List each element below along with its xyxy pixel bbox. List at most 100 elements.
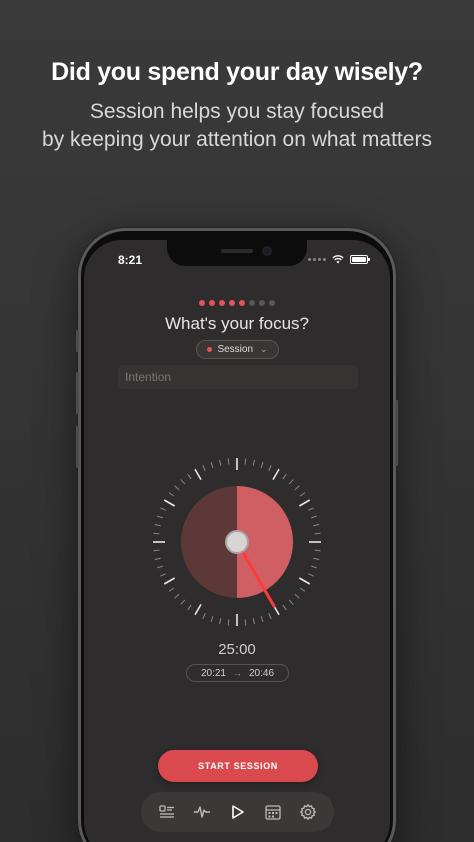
- wifi-icon: [332, 255, 344, 264]
- profile-list-icon: [159, 805, 174, 818]
- dial-minor-tick: [299, 587, 306, 592]
- focus-title: What's your focus?: [164, 314, 310, 333]
- dial-minor-tick: [268, 613, 272, 619]
- dial-minor-tick: [252, 618, 255, 625]
- gear-icon: [299, 803, 317, 821]
- notch: [167, 240, 307, 266]
- end-time: 20:46: [249, 667, 275, 679]
- dial-minor-tick: [227, 619, 230, 626]
- dial-minor-tick: [314, 532, 321, 535]
- dial-minor-tick: [160, 507, 166, 511]
- intention-input[interactable]: [118, 365, 358, 389]
- category-label: Session: [217, 344, 254, 355]
- progress-dot-done: [219, 300, 225, 306]
- timer-dial[interactable]: [150, 455, 324, 629]
- dial-minor-tick: [153, 532, 160, 535]
- phone-volume-up: [76, 372, 79, 414]
- start-time: 20:21: [200, 667, 226, 679]
- onboarding-progress-dots: [84, 300, 390, 306]
- dial-knob: [225, 530, 249, 554]
- pulse-icon: [194, 806, 211, 818]
- promo-subline: Session helps you stay focused by keepin…: [0, 98, 474, 154]
- progress-dot-done: [209, 300, 215, 306]
- dial-minor-tick: [227, 458, 230, 465]
- play-icon: [232, 805, 245, 819]
- dial-minor-tick: [210, 616, 214, 623]
- signal-icon: [308, 257, 326, 261]
- promo-subline-1: Session helps you stay focused: [89, 100, 385, 123]
- dial-minor-tick: [156, 515, 163, 519]
- dial-minor-tick: [294, 593, 300, 599]
- time-range: 20:21 → 20:46: [186, 664, 289, 682]
- dial-minor-tick: [244, 619, 247, 626]
- progress-dot-done: [199, 300, 205, 306]
- progress-dot-pending: [249, 300, 255, 306]
- dial-minor-tick: [314, 549, 321, 552]
- dial-minor-tick: [313, 524, 320, 527]
- dial-major-tick: [272, 468, 280, 481]
- dial-minor-tick: [308, 573, 314, 577]
- dial-minor-tick: [219, 618, 222, 625]
- dial-major-tick: [298, 499, 311, 507]
- dial-minor-tick: [311, 565, 318, 569]
- category-selector[interactable]: Session ⌄: [196, 340, 279, 359]
- front-camera: [262, 246, 272, 256]
- dial-minor-tick: [268, 465, 272, 471]
- progress-dot-pending: [259, 300, 265, 306]
- promo-headline: Did you spend your day wisely?: [51, 58, 423, 86]
- dial-minor-tick: [288, 479, 294, 485]
- progress-dot-done: [239, 300, 245, 306]
- dial-minor-tick: [252, 459, 255, 466]
- dial-minor-tick: [260, 616, 264, 623]
- dial-minor-tick: [153, 549, 160, 552]
- start-session-button[interactable]: START SESSION: [158, 750, 318, 782]
- battery-icon: [350, 254, 370, 264]
- promo-subline-2: by keeping your attention on what matter…: [42, 128, 432, 151]
- status-time: 8:21: [118, 253, 143, 267]
- dial-minor-tick: [244, 458, 247, 465]
- dial-minor-tick: [156, 565, 163, 569]
- dial-major-tick: [163, 577, 176, 585]
- dial-minor-tick: [311, 515, 318, 519]
- dial-minor-tick: [260, 461, 264, 468]
- dial-minor-tick: [308, 507, 314, 511]
- dial-minor-tick: [154, 557, 161, 560]
- tab-bar: [141, 792, 334, 832]
- dial-minor-tick: [219, 459, 222, 466]
- dial-minor-tick: [168, 587, 175, 592]
- chevron-down-icon: ⌄: [260, 344, 268, 354]
- dial-minor-tick: [187, 604, 192, 611]
- dial-major-tick: [194, 603, 202, 616]
- dial-minor-tick: [202, 465, 206, 471]
- dial-major-tick: [163, 499, 176, 507]
- phone-volume-down: [76, 426, 79, 468]
- tab-timer[interactable]: [225, 800, 249, 824]
- progress-dot-pending: [269, 300, 275, 306]
- dial-minor-tick: [202, 613, 206, 619]
- dial-major-tick: [194, 468, 202, 481]
- dial-minor-tick: [294, 485, 300, 491]
- dial-minor-tick: [180, 599, 186, 605]
- dial-minor-tick: [187, 473, 192, 480]
- dial-minor-tick: [154, 524, 161, 527]
- phone-power-button: [395, 400, 398, 466]
- dial-minor-tick: [180, 479, 186, 485]
- progress-dot-done: [229, 300, 235, 306]
- speaker-grille: [221, 249, 253, 253]
- dial-minor-tick: [174, 593, 180, 599]
- timer-duration: 25:00: [218, 641, 256, 658]
- phone-silent-switch: [76, 330, 79, 352]
- dial-minor-tick: [168, 492, 175, 497]
- dial-minor-tick: [160, 573, 166, 577]
- dial-minor-tick: [282, 604, 287, 611]
- calendar-icon: [265, 805, 281, 820]
- tab-profile[interactable]: [155, 800, 179, 824]
- status-icons: [308, 254, 370, 264]
- app-screen: 8:21 What's your focus? Session ⌄ 25:00 …: [84, 240, 390, 842]
- tab-settings[interactable]: [296, 800, 320, 824]
- tab-calendar[interactable]: [261, 800, 285, 824]
- tab-activity[interactable]: [190, 800, 214, 824]
- dial-minor-tick: [288, 599, 294, 605]
- dial-minor-tick: [174, 485, 180, 491]
- arrow-right-icon: →: [233, 668, 242, 678]
